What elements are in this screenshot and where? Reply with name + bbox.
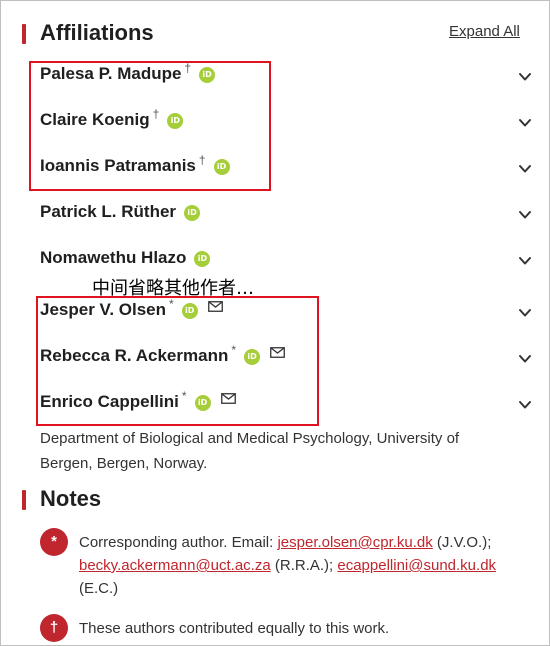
note-initials: (J.V.O.);: [432, 534, 492, 551]
email-link-jesper[interactable]: jesper.olsen@cpr.ku.dk: [277, 534, 432, 551]
orcid-icon[interactable]: iD: [184, 204, 201, 221]
expanded-affiliation-text: Department of Biological and Medical Psy…: [40, 430, 460, 472]
equal-contribution-badge: †: [40, 614, 68, 642]
corresponding-author-badge: *: [40, 528, 68, 556]
note-initials: (R.R.A.);: [270, 557, 338, 574]
section-accent-bar: [22, 24, 26, 44]
email-link-becky[interactable]: becky.ackermann@uct.ac.za: [79, 557, 271, 574]
author-name[interactable]: Nomawethu Hlazo: [40, 248, 186, 267]
orcid-icon[interactable]: iD: [194, 250, 211, 267]
corresponding-author-note: Corresponding author. Email: jesper.olse…: [79, 531, 529, 600]
email-link-enrico[interactable]: ecappellini@sund.ku.dk: [337, 557, 496, 574]
chevron-down-icon[interactable]: [518, 398, 532, 412]
chevron-down-icon[interactable]: [518, 352, 532, 366]
chevron-down-icon[interactable]: [518, 254, 532, 268]
notes-heading: Notes: [40, 486, 102, 511]
note-prefix: Corresponding author. Email:: [79, 534, 278, 551]
section-accent-bar: [22, 490, 26, 510]
note-initials: (E.C.): [79, 580, 119, 597]
highlight-box-corresponding-authors: [36, 296, 319, 426]
chevron-down-icon[interactable]: [518, 208, 532, 222]
author-row[interactable]: Patrick L. Rüther iD: [40, 202, 531, 228]
equal-contribution-note: These authors contributed equally to thi…: [79, 620, 390, 637]
affiliations-heading: Affiliations: [40, 20, 154, 45]
chevron-down-icon[interactable]: [518, 162, 532, 176]
author-row[interactable]: Nomawethu Hlazo iD: [40, 248, 531, 274]
chevron-down-icon[interactable]: [518, 70, 532, 84]
highlight-box-equal-contributors: [29, 61, 271, 191]
chevron-down-icon[interactable]: [518, 116, 532, 130]
chevron-down-icon[interactable]: [518, 306, 532, 320]
expand-all-link[interactable]: Expand All: [449, 23, 520, 40]
author-name[interactable]: Patrick L. Rüther: [40, 202, 176, 221]
